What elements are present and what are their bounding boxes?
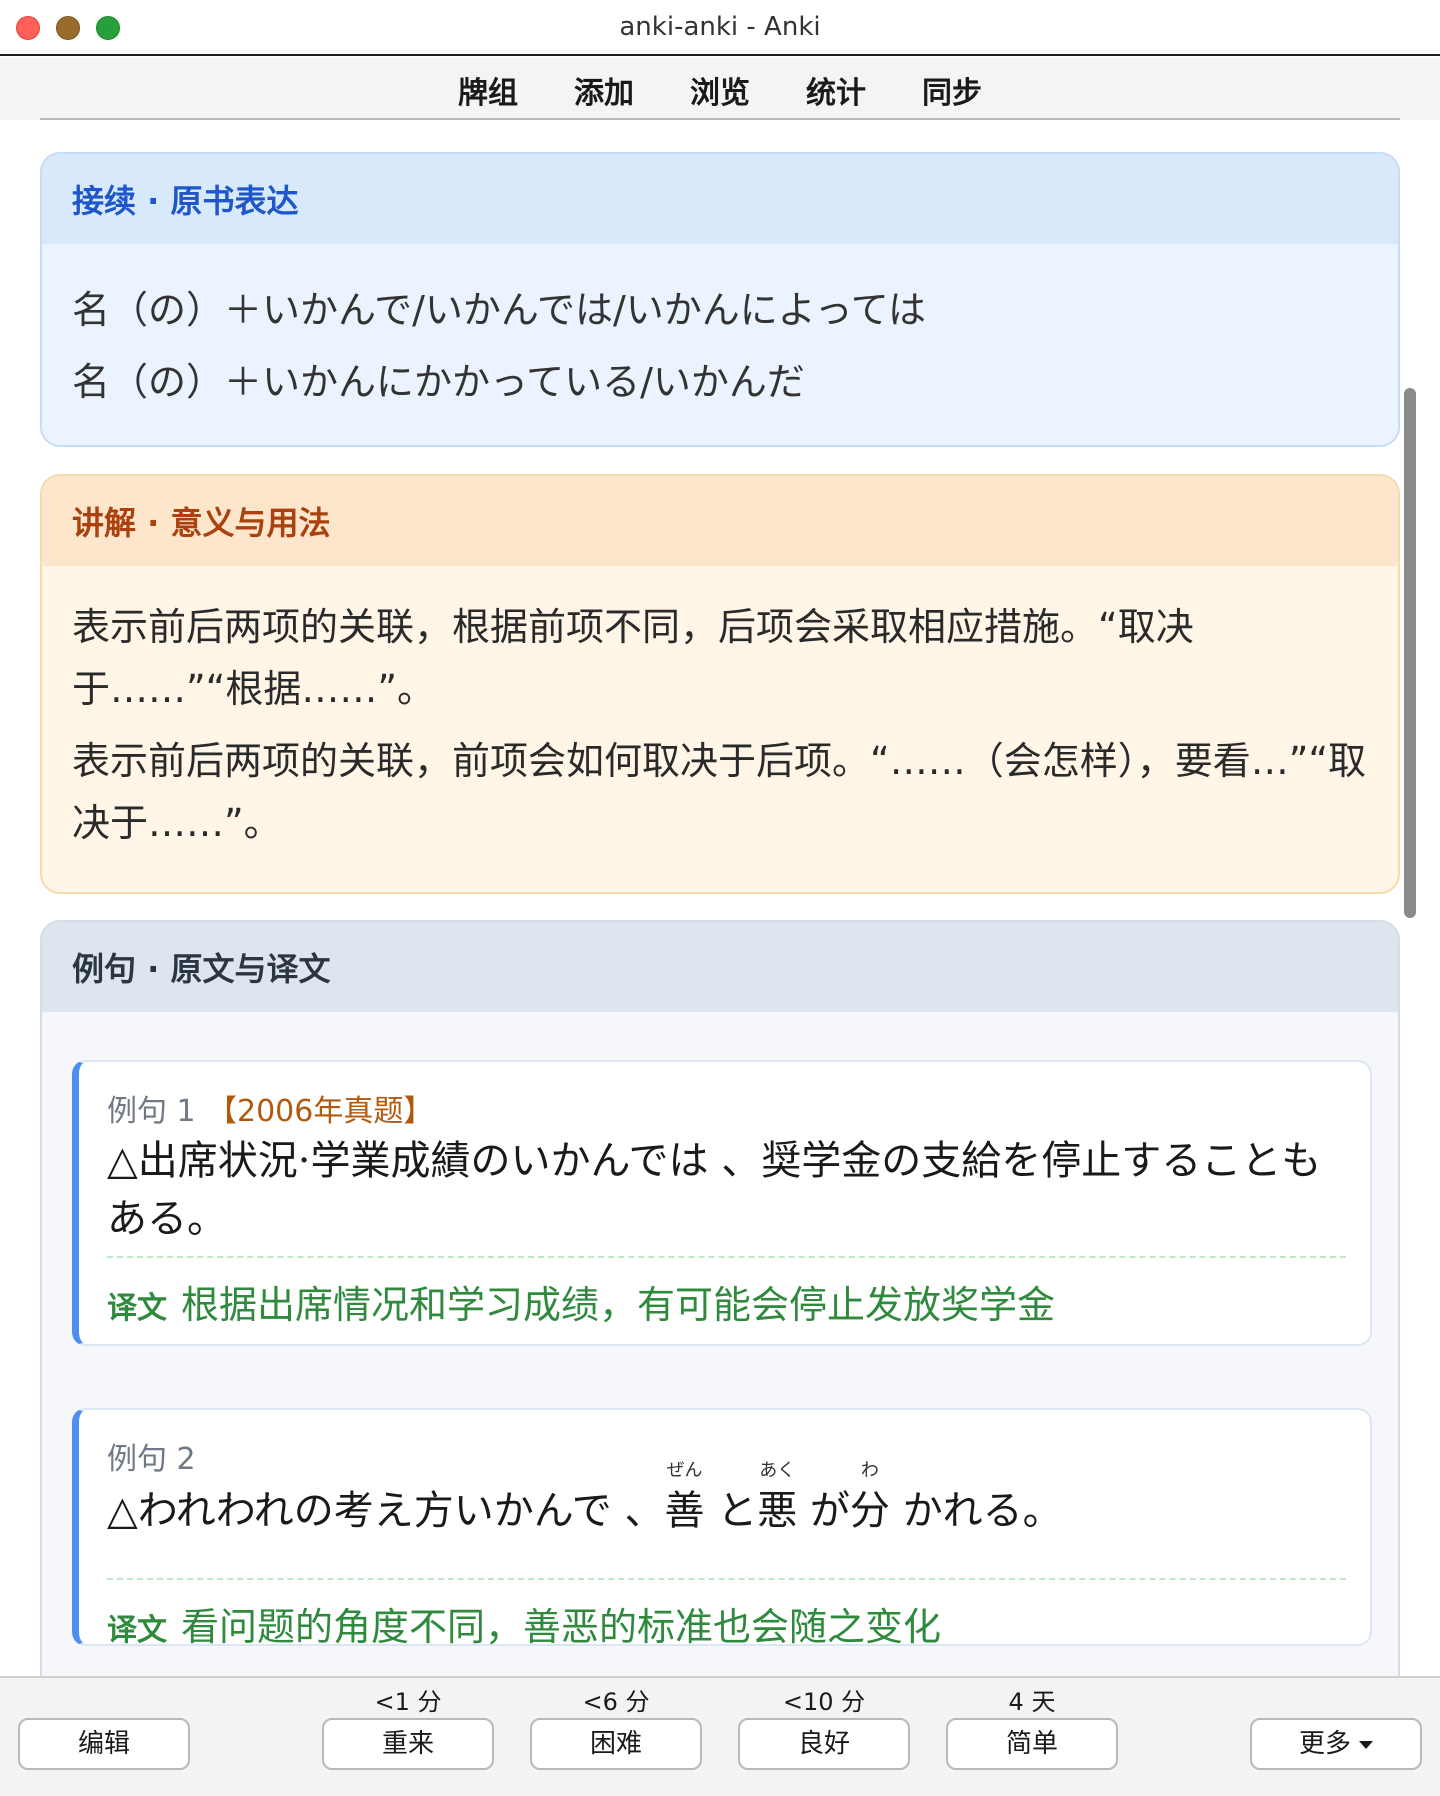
furigana: わ [860,1460,879,1481]
ruby-word: わ分 [849,1462,890,1540]
furigana: あく [759,1460,796,1481]
example-divider [107,1578,1346,1580]
example-sentence: △われわれの考え方いかんで 、ぜん善 とあく悪 がわ分 かれる。 [107,1462,1347,1540]
example-card: 例句 2 △われわれの考え方いかんで 、ぜん善 とあく悪 がわ分 かれる。 译文… [72,1408,1372,1649]
form-line: 名（の）＋いかんで/いかんでは/いかんによっては [72,288,927,332]
toolbar-browse[interactable]: 浏览 [690,68,750,112]
sentence-segment: と [704,1488,758,1534]
edit-button[interactable]: 编辑 [18,1718,190,1770]
exam-year-tag: 【2006年真题】 [207,1094,434,1129]
form-line: 名（の）＋いかんにかかっている/いかんだ [72,360,805,404]
toolbar-decks[interactable]: 牌组 [458,68,518,112]
translation-text: 根据出席情况和学习成绩，有可能会停止发放奖学金 [181,1283,1056,1327]
again-button[interactable]: 重来 [322,1718,494,1770]
content-scrollbar[interactable] [1404,388,1416,918]
example-label: 例句 1 [107,1094,196,1129]
ruby-word: あく悪 [757,1462,798,1540]
toolbar-stats[interactable]: 统计 [806,68,866,112]
good-interval: <10 分 [782,1688,866,1716]
toolbar-add[interactable]: 添加 [574,68,634,112]
again-interval: <1 分 [374,1688,442,1716]
translation-label: 译文 [107,1291,167,1326]
example-divider [107,1256,1346,1258]
sentence-segment: かれる。 [889,1488,1063,1534]
more-button-label: 更多 [1298,1729,1351,1759]
example-label: 例句 2 [107,1442,196,1477]
caret-down-icon [1359,1740,1373,1749]
easy-interval: 4 天 [1008,1688,1056,1716]
main-toolbar: 牌组 添加 浏览 统计 同步 [0,58,1440,120]
kanji: 悪 [757,1488,798,1534]
form-section-title: 接续 · 原书表达 [42,154,1398,244]
answer-bar: <1 分 <6 分 <10 分 4 天 编辑 重来 困难 良好 简单 更多 [0,1676,1440,1796]
example-translation: 译文 看问题的角度不同，善恶的标准也会随之变化 [107,1596,941,1651]
hard-button[interactable]: 困难 [530,1718,702,1770]
window-title: anki-anki - Anki [619,12,821,42]
form-section: 接续 · 原书表达 名（の）＋いかんで/いかんでは/いかんによっては 名（の）＋… [40,152,1400,447]
sentence-segment: が [797,1488,850,1534]
examples-section-title: 例句 · 原文与译文 [42,922,1398,1012]
more-button[interactable]: 更多 [1250,1718,1422,1770]
good-button[interactable]: 良好 [738,1718,910,1770]
kanji: 善 [664,1488,705,1534]
toolbar-sync[interactable]: 同步 [922,68,982,112]
examples-section: 例句 · 原文与译文 例句 1 【2006年真题】 △出席状況·学業成績のいかん… [40,920,1400,1676]
window-titlebar: anki-anki - Anki [0,0,1440,56]
ruby-word: ぜん善 [664,1462,705,1540]
furigana: ぜん [666,1460,703,1481]
kanji: 分 [849,1488,890,1534]
hard-interval: <6 分 [582,1688,650,1716]
example-sentence: △出席状況·学業成績のいかんでは 、奨学金の支給を停止することもある。 [107,1138,1322,1242]
translation-text: 看问题的角度不同，善恶的标准也会随之变化 [181,1605,942,1649]
card-content: 接续 · 原书表达 名（の）＋いかんで/いかんでは/いかんによっては 名（の）＋… [0,120,1420,1676]
explanation-section-title: 讲解 · 意义与用法 [42,476,1398,566]
sentence-segment: △われわれの考え方いかんで 、 [107,1488,665,1534]
translation-label: 译文 [107,1613,167,1648]
example-translation: 译文 根据出席情况和学习成绩，有可能会停止发放奖学金 [107,1274,1055,1329]
explanation-line: 表示前后两项的关联，根据前项不同，后项会采取相应措施。“取决于……”“根据……”… [72,605,1194,711]
explanation-line: 表示前后两项的关联，前项会如何取决于后项。“……（会怎样），要看…”“取决于……… [72,739,1367,845]
explanation-section: 讲解 · 意义与用法 表示前后两项的关联，根据前项不同，后项会采取相应措施。“取… [40,474,1400,894]
example-card: 例句 1 【2006年真题】 △出席状況·学業成績のいかんでは 、奨学金の支給を… [72,1060,1372,1346]
easy-button[interactable]: 简单 [946,1718,1118,1770]
